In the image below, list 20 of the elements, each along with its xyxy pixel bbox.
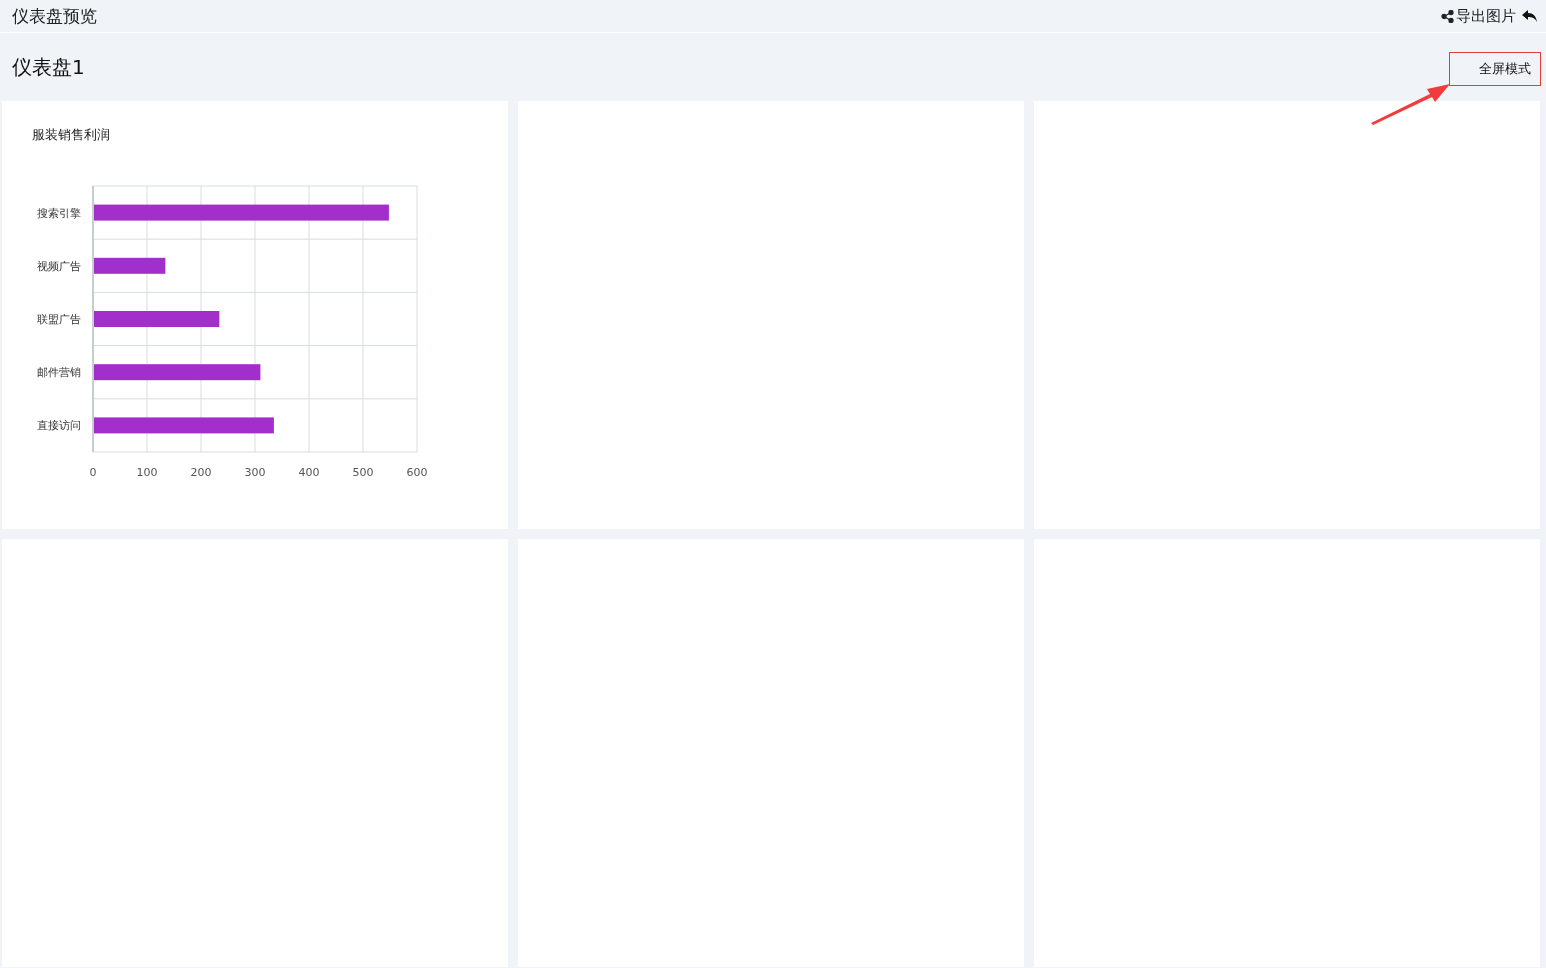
category-label: 直接访问 bbox=[37, 419, 81, 433]
fullscreen-button[interactable]: 全屏模式 bbox=[1449, 52, 1541, 86]
bar bbox=[94, 257, 166, 274]
category-label: 搜索引擎 bbox=[37, 206, 81, 220]
tick-label: 200 bbox=[190, 466, 212, 479]
back-icon[interactable] bbox=[1522, 9, 1538, 23]
tick-label: 100 bbox=[136, 466, 158, 479]
category-label: 联盟广告 bbox=[37, 313, 81, 326]
share-icon bbox=[1441, 9, 1454, 23]
dashboard-title: 仪表盘1 bbox=[12, 53, 85, 81]
tick-label: 600 bbox=[406, 466, 428, 479]
export-button[interactable]: 导出图片 bbox=[1441, 6, 1516, 26]
category-label: 邮件营销 bbox=[37, 366, 81, 380]
page-title: 仪表盘预览 bbox=[12, 4, 97, 28]
chart-title: 服装销售利润 bbox=[32, 126, 110, 144]
tick-label: 0 bbox=[89, 466, 97, 479]
category-label: 视频广告 bbox=[37, 259, 81, 273]
tick-label: 300 bbox=[244, 466, 266, 479]
tick-label: 500 bbox=[352, 466, 374, 479]
tick-label: 400 bbox=[298, 466, 320, 479]
